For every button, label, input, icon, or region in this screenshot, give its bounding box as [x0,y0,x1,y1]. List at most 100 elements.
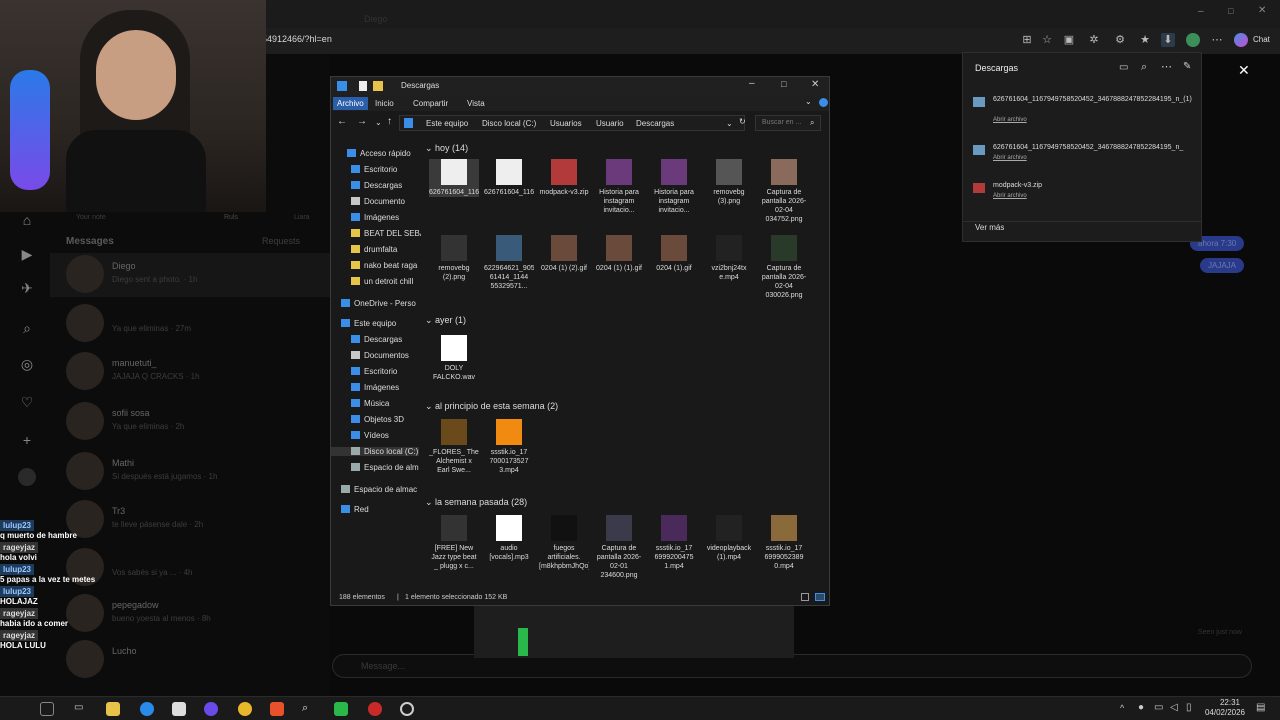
task-view-icon[interactable]: ▭ [74,702,88,716]
file-item[interactable]: videoplayback (1).mp4 [704,515,754,562]
minimize-icon[interactable]: – [749,78,755,89]
file-item[interactable]: Captura de pantalla 2026-02-04 030026.pn… [759,235,809,300]
file-item[interactable]: audio [vocals].mp3 [484,515,534,562]
maximize-icon[interactable]: □ [1228,6,1233,16]
notifications-icon[interactable]: ▤ [1256,702,1265,713]
minimize-icon[interactable]: – [1198,6,1204,17]
group-header[interactable]: ⌄ la semana pasada (28) [425,497,527,508]
messages-icon[interactable]: ✈ [18,280,36,298]
file-item[interactable]: ssstik.io_17 7000173527 3.mp4 [484,419,534,475]
store-icon[interactable] [172,702,186,716]
file-explorer-icon[interactable] [106,702,120,716]
nav-item[interactable]: Documento [351,197,405,206]
pin-icon[interactable]: ✎ [1183,61,1191,72]
nav-item[interactable]: Escritorio [351,165,397,174]
up-arrow-icon[interactable]: ↑ [387,116,392,127]
forward-arrow-icon[interactable]: → [357,116,367,127]
requests-link[interactable]: Requests [262,236,300,246]
screenshot-icon[interactable]: ▣ [1062,33,1076,47]
file-item[interactable]: 626761604_1167949758520452_3467888247... [484,159,534,197]
nav-item[interactable]: Espacio de alm [351,463,419,472]
search-tool-icon[interactable]: ⌕ [302,702,316,716]
group-header[interactable]: ⌄ ayer (1) [425,315,466,326]
file-item[interactable]: 622964621_9054299357 61414_1144 55329571… [484,235,534,291]
home-icon[interactable]: ⌂ [18,212,36,230]
close-icon[interactable]: ✕ [811,79,819,90]
nav-item[interactable]: Imágenes [351,213,399,222]
back-arrow-icon[interactable]: ← [337,116,347,127]
file-item[interactable]: ssstik.io_17 6999200475 1.mp4 [649,515,699,571]
extension-icon[interactable]: ✲ [1087,33,1101,47]
properties-icon[interactable] [359,81,367,91]
record-app-icon[interactable] [368,702,382,716]
obs-icon[interactable] [400,702,414,716]
app-grid-icon[interactable]: ⊞ [1020,33,1034,47]
dm-conversation[interactable]: manuetuti_ JAJAJA Q CRACKS · 1h [60,352,310,396]
dm-conversation[interactable]: Mathi Si después está jugamos · 1h [60,452,310,496]
file-item[interactable]: Captura de pantalla 2026-02-01 234600.pn… [594,515,644,580]
open-folder-icon[interactable]: ▭ [1119,62,1128,73]
nav-item[interactable]: BEAT DEL SEBA [351,229,425,238]
file-item[interactable]: vzi2bnj24tx e.mp4 [704,235,754,282]
chat-label[interactable]: Chat [1253,35,1270,44]
file-item[interactable]: _FLORES_ The Alchemist x Earl Swe... [429,419,479,475]
nav-item[interactable]: Documentos [351,351,409,360]
dm-conversation[interactable]: sofii sosa Ya que eliminas · 2h [60,402,310,446]
open-file-link[interactable]: Abrir archivo [993,117,1027,123]
file-item[interactable]: Historia para instagram invitacio... [649,159,699,215]
details-view-icon[interactable] [801,593,809,601]
search-field[interactable]: Buscar en ... ⌕ [755,115,821,131]
clock-date[interactable]: 04/02/2026 [1200,708,1250,717]
breadcrumb[interactable]: Usuario [596,119,624,128]
nav-item[interactable]: Objetos 3D [351,415,404,424]
tab-vista[interactable]: Vista [467,99,485,108]
file-item[interactable]: Captura de pantalla 2026-02-04 034752.pn… [759,159,809,224]
search-icon[interactable]: ⌕ [18,320,36,338]
download-item[interactable]: 626761604_1167949758520452_3467888247852… [973,143,1193,183]
group-header[interactable]: ⌄ al principio de esta semana (2) [425,401,558,412]
file-item[interactable]: fuegos artificiales.[m8khpbmJhQo].mp3 [539,515,589,571]
brave-icon[interactable] [270,702,284,716]
nav-item[interactable]: Espacio de almac [341,485,417,494]
nav-item[interactable]: Escritorio [351,367,397,376]
search-icon[interactable] [40,702,54,716]
nav-item[interactable]: drumfalta [351,245,397,254]
group-header[interactable]: ⌄ hoy (14) [425,143,468,154]
new-folder-icon[interactable] [373,81,383,91]
breadcrumb[interactable]: Este equipo [426,119,468,128]
nav-item[interactable]: Música [351,399,389,408]
close-window-icon[interactable]: ✕ [1258,5,1266,16]
copilot-icon[interactable] [1234,33,1248,47]
tab-archivo[interactable]: Archivo [333,97,368,110]
file-item[interactable]: DOLY FALCKO.wav [429,335,479,382]
nav-item[interactable]: Vídeos [351,431,389,440]
breadcrumb[interactable]: Usuarios [550,119,582,128]
nav-item[interactable]: OneDrive - Perso [341,299,416,308]
microphone-icon[interactable]: ● [1138,702,1144,713]
favorite-star-icon[interactable]: ☆ [1040,33,1054,47]
file-item[interactable]: modpack-v3.zip [539,159,589,197]
tray-chevron-icon[interactable]: ^ [1120,703,1124,713]
maximize-icon[interactable]: □ [781,79,786,89]
chrome-icon[interactable] [238,702,252,716]
download-icon[interactable]: ⬇ [1161,33,1175,47]
kick-icon[interactable] [334,702,348,716]
file-item[interactable]: ssstik.io_17 6999052389 0.mp4 [759,515,809,571]
file-item[interactable]: [FREE] New Jazz type beat _ plugg x c... [429,515,479,571]
volume-icon[interactable]: ◁ [1170,702,1178,713]
address-path[interactable]: Este equipo Disco local (C:) Usuarios Us… [399,115,745,131]
url-text[interactable]: 54912466/?hl=en [262,34,332,44]
file-item[interactable]: removebg (2).png [429,235,479,282]
path-dropdown-icon[interactable]: ⌄ [726,119,733,128]
download-item[interactable]: 626761604_1167949758520452_3467888247852… [973,95,1193,135]
profile-avatar-icon[interactable] [1186,33,1200,47]
profile-icon[interactable] [18,468,36,486]
reels-icon[interactable]: ▶ [18,246,36,264]
app-icon[interactable] [204,702,218,716]
dm-conversation[interactable]: Diego Diego sent a photo. · 1h [60,255,310,299]
nav-item[interactable]: un detroit chill [351,277,413,286]
more-options-icon[interactable]: ⋯ [1161,60,1172,73]
nav-item[interactable]: Este equipo [341,319,396,328]
breadcrumb[interactable]: Descargas [636,119,674,128]
nav-item[interactable]: Acceso rápido [347,149,411,158]
